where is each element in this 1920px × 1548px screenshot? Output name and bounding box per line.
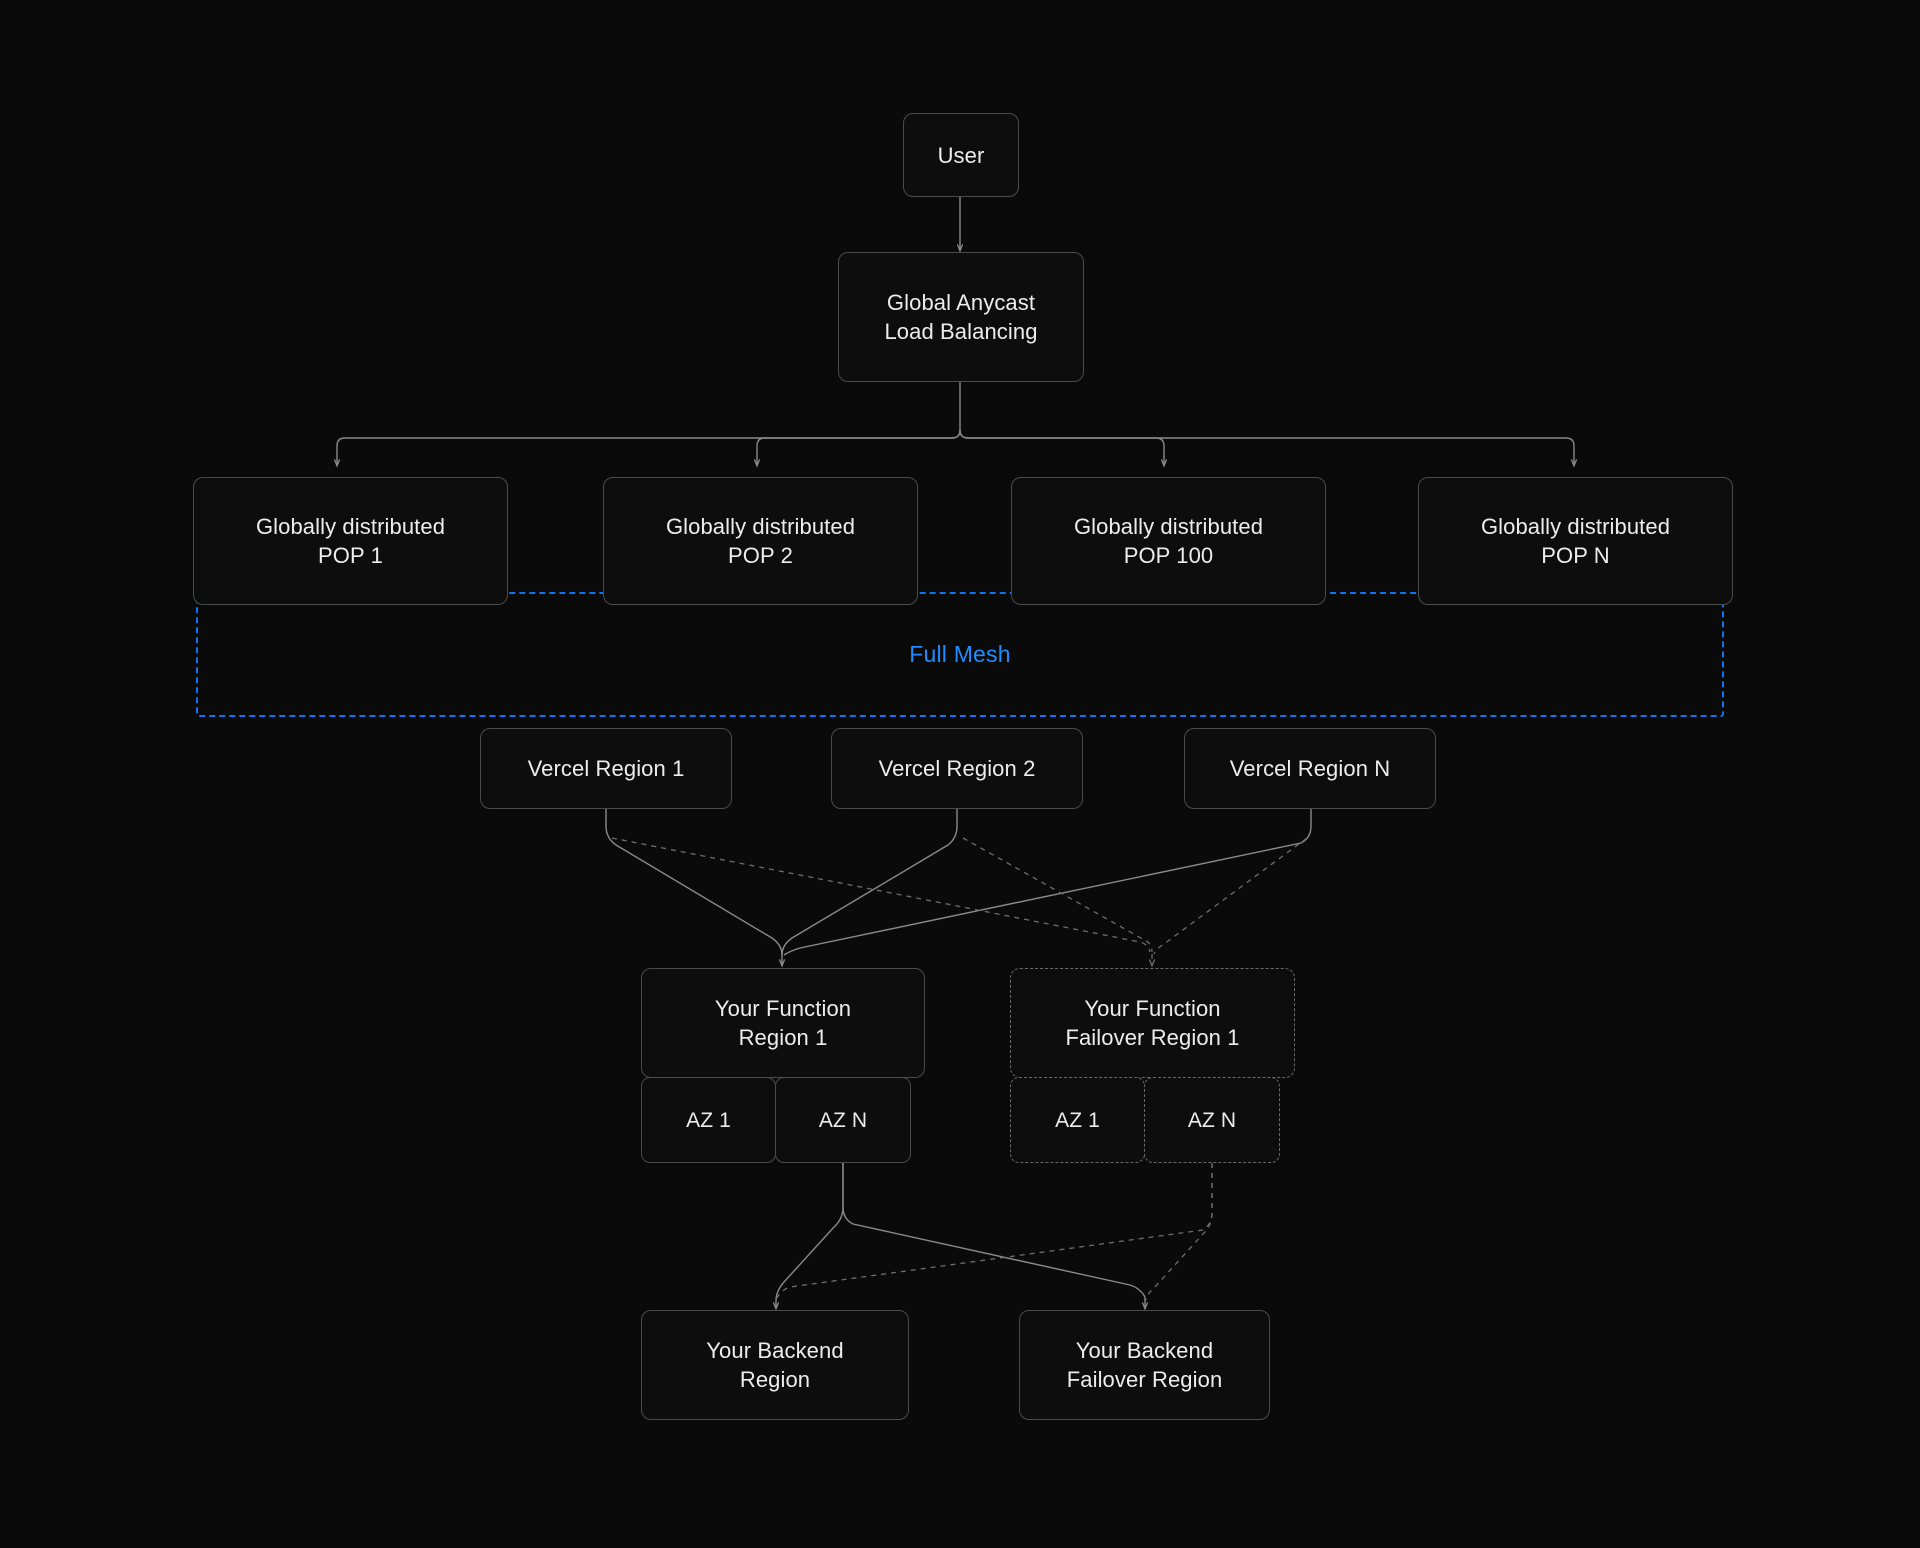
edge-failover-azn-to-backend — [776, 1163, 1213, 1299]
architecture-diagram: Full Mesh User Global Anycast Load Balan… — [0, 0, 1920, 1548]
node-pop-1[interactable]: Globally distributed POP 1 — [193, 477, 508, 605]
node-your-backend-region[interactable]: Your Backend Region — [641, 1310, 909, 1420]
edge-vregion2-to-func — [781, 809, 958, 956]
node-global-anycast-load-balancing[interactable]: Global Anycast Load Balancing — [838, 252, 1084, 382]
node-failover-az-1[interactable]: AZ 1 — [1010, 1077, 1145, 1163]
node-vercel-region-1[interactable]: Vercel Region 1 — [480, 728, 732, 809]
node-your-backend-failover-region[interactable]: Your Backend Failover Region — [1019, 1310, 1270, 1420]
edge-bus-to-pop2 — [753, 429, 961, 468]
edge-vregion2-to-failover — [962, 837, 1153, 953]
full-mesh-container: Full Mesh — [196, 592, 1724, 717]
edge-azn-to-backend-failover — [842, 1163, 1146, 1298]
edge-vregion1-to-func — [605, 809, 783, 956]
node-pop-n[interactable]: Globally distributed POP N — [1418, 477, 1733, 605]
node-pop-2[interactable]: Globally distributed POP 2 — [603, 477, 918, 605]
node-vercel-region-n[interactable]: Vercel Region N — [1184, 728, 1436, 809]
node-pop-100[interactable]: Globally distributed POP 100 — [1011, 477, 1326, 605]
node-your-function-region-1[interactable]: Your Function Region 1 — [641, 968, 925, 1078]
node-vercel-region-2[interactable]: Vercel Region 2 — [831, 728, 1083, 809]
edge-bus-to-pop1 — [333, 429, 961, 468]
edge-vregionn-to-failover — [1153, 837, 1308, 955]
node-user[interactable]: User — [903, 113, 1019, 197]
node-function-az-1[interactable]: AZ 1 — [641, 1077, 776, 1163]
full-mesh-label: Full Mesh — [909, 641, 1011, 667]
edge-azn-to-backend — [775, 1163, 844, 1302]
edge-bus-to-pop100 — [959, 429, 1168, 468]
node-failover-az-n[interactable]: AZ N — [1144, 1077, 1280, 1163]
node-your-function-failover-region-1[interactable]: Your Function Failover Region 1 — [1010, 968, 1295, 1078]
edge-failover-azn-to-backend-failover — [1145, 1163, 1213, 1301]
edge-vregion1-to-failover — [611, 837, 1151, 953]
node-function-az-n[interactable]: AZ N — [775, 1077, 911, 1163]
edge-vregionn-to-func — [783, 809, 1312, 956]
edge-bus-to-popn — [959, 429, 1578, 468]
